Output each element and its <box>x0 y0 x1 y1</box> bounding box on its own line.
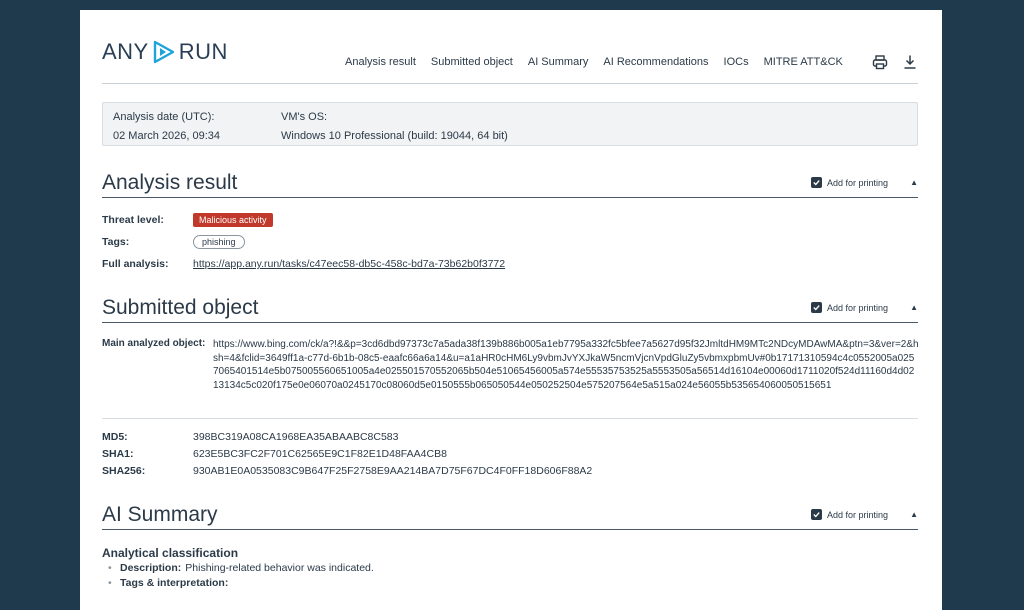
add-for-printing-checkbox[interactable] <box>811 302 823 313</box>
full-analysis-row: Full analysis: https://app.any.run/tasks… <box>102 258 505 270</box>
hash-divider <box>102 418 918 419</box>
threat-level-row: Threat level: Malicious activity <box>102 213 273 227</box>
nav-submitted-object[interactable]: Submitted object <box>431 56 513 68</box>
nav-iocs[interactable]: IOCs <box>724 56 749 68</box>
md5-value: 398BC319A08CA1968EA35ABAABC8C583 <box>193 431 399 443</box>
full-analysis-label: Full analysis: <box>102 258 169 270</box>
threat-level-badge: Malicious activity <box>193 213 273 227</box>
header-actions <box>872 54 918 70</box>
sha256-row: SHA256: 930AB1E0A0535083C9B647F25F2758E9… <box>102 465 592 477</box>
play-logo-icon <box>153 40 174 64</box>
collapse-caret-icon[interactable]: ▲ <box>910 510 918 519</box>
section-divider <box>102 197 918 198</box>
tags-interpretation-bullet: • Tags & interpretation: <box>108 577 232 589</box>
add-for-printing-label: Add for printing <box>827 302 889 313</box>
analysis-date-value: 02 March 2026, 09:34 <box>113 130 221 142</box>
threat-level-label: Threat level: <box>102 214 164 226</box>
logo-text-right: RUN <box>178 39 228 64</box>
analysis-date-label: Analysis date (UTC): <box>113 111 215 123</box>
main-analyzed-object-value: https://www.bing.com/ck/a?!&&p=3cd6dbd97… <box>213 339 919 391</box>
bullet-dot: • <box>108 577 112 589</box>
sha256-value: 930AB1E0A0535083C9B647F25F2758E9AA214BA7… <box>193 465 593 477</box>
nav-mitre-attck[interactable]: MITRE ATT&CK <box>764 56 843 68</box>
description-bullet: • Description: Phishing-related behavior… <box>108 562 374 574</box>
tags-row: Tags: phishing <box>102 235 245 249</box>
logo-text-left: ANY <box>102 39 149 64</box>
printer-icon[interactable] <box>872 54 888 70</box>
section-divider <box>102 529 918 530</box>
main-analyzed-object-label: Main analyzed object: <box>102 338 206 349</box>
add-for-printing-checkbox[interactable] <box>811 509 823 520</box>
anyrun-logo[interactable]: ANY RUN <box>102 38 228 66</box>
download-icon[interactable] <box>902 54 918 70</box>
description-label: Description: <box>120 562 182 574</box>
analysis-info-box: Analysis date (UTC): 02 March 2026, 09:3… <box>102 102 918 146</box>
nav-analysis-result[interactable]: Analysis result <box>345 56 416 68</box>
ai-summary-title: AI Summary <box>102 503 218 526</box>
nav-ai-recommendations[interactable]: AI Recommendations <box>603 56 708 68</box>
analysis-result-title: Analysis result <box>102 171 238 194</box>
main-analyzed-object-row: Main analyzed object: https://www.bing.c… <box>102 338 919 392</box>
report-page: ANY RUN Analysis result Submitted object… <box>80 10 942 610</box>
sha1-row: SHA1: 623E5BC3FC2F701C62565E9C1F82E1D48F… <box>102 448 447 460</box>
analytical-classification-heading: Analytical classification <box>102 546 239 560</box>
md5-label: MD5: <box>102 431 128 443</box>
tags-interpretation-label: Tags & interpretation: <box>120 577 229 589</box>
check-icon <box>813 305 820 311</box>
add-for-printing-label: Add for printing <box>827 509 889 520</box>
check-icon <box>813 512 820 518</box>
check-icon <box>813 180 820 186</box>
sha1-label: SHA1: <box>102 448 134 460</box>
description-value: Phishing-related behavior was indicated. <box>185 562 374 574</box>
add-for-printing-checkbox[interactable] <box>811 177 823 188</box>
sha1-value: 623E5BC3FC2F701C62565E9C1F82E1D48FAA4CB8 <box>193 448 447 460</box>
nav-ai-summary[interactable]: AI Summary <box>528 56 589 68</box>
top-nav: Analysis result Submitted object AI Summ… <box>345 56 843 68</box>
vm-os-label: VM's OS: <box>281 111 328 123</box>
submitted-print-control: Add for printing ▲ <box>811 302 918 313</box>
analysis-print-control: Add for printing ▲ <box>811 177 918 188</box>
tags-label: Tags: <box>102 236 130 248</box>
header-divider <box>102 83 918 84</box>
submitted-object-title: Submitted object <box>102 296 259 319</box>
md5-row: MD5: 398BC319A08CA1968EA35ABAABC8C583 <box>102 431 398 443</box>
vm-os-value: Windows 10 Professional (build: 19044, 6… <box>281 130 508 142</box>
add-for-printing-label: Add for printing <box>827 177 889 188</box>
bullet-dot: • <box>108 562 112 574</box>
full-analysis-link[interactable]: https://app.any.run/tasks/c47eec58-db5c-… <box>193 258 505 270</box>
ai-print-control: Add for printing ▲ <box>811 509 918 520</box>
collapse-caret-icon[interactable]: ▲ <box>910 178 918 187</box>
collapse-caret-icon[interactable]: ▲ <box>910 303 918 312</box>
sha256-label: SHA256: <box>102 465 146 477</box>
section-divider <box>102 322 918 323</box>
tag-phishing: phishing <box>193 235 245 249</box>
